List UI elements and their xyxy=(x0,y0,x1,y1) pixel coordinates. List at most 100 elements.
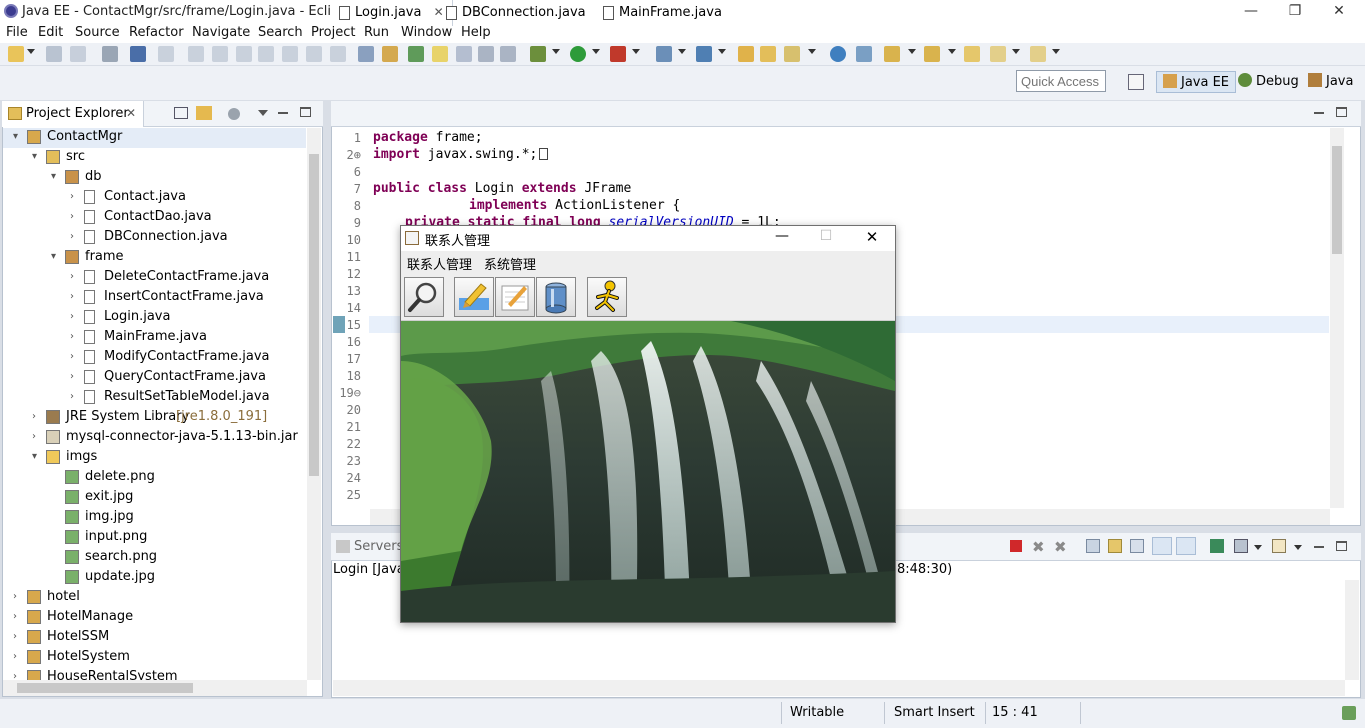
previous-annotation-icon[interactable] xyxy=(924,46,940,62)
chevron-down-icon[interactable] xyxy=(1012,49,1020,54)
delete-contact-button[interactable] xyxy=(536,277,576,317)
run-icon[interactable] xyxy=(570,46,586,62)
console-horizontal-scrollbar[interactable] xyxy=(333,680,1345,696)
collapsed-arrow-icon[interactable]: › xyxy=(70,351,80,362)
minimize-view-icon[interactable] xyxy=(278,112,288,114)
tab-login-java[interactable]: Login.java ✕ xyxy=(331,0,453,26)
toggle-mark-icon[interactable] xyxy=(358,46,374,62)
terminate-icon[interactable] xyxy=(1010,540,1022,552)
highlight-icon[interactable] xyxy=(432,46,448,62)
collapsed-arrow-icon[interactable]: › xyxy=(70,191,80,202)
explorer-horizontal-scrollbar[interactable] xyxy=(3,680,307,696)
run-last-tool-icon[interactable] xyxy=(610,46,626,62)
collapsed-arrow-icon[interactable]: › xyxy=(70,331,80,342)
tree-item[interactable]: › Contact.java xyxy=(3,188,306,208)
maximize-view-icon[interactable] xyxy=(300,107,311,117)
tree-item[interactable]: › JRE System Library [jre1.8.0_191] xyxy=(3,408,306,428)
search-contact-button[interactable] xyxy=(404,277,444,317)
clear-console-icon[interactable] xyxy=(1086,539,1100,553)
collapsed-arrow-icon[interactable]: › xyxy=(13,591,23,602)
expanded-arrow-icon[interactable]: ▾ xyxy=(51,251,61,262)
step-return-icon[interactable] xyxy=(330,46,346,62)
globe-icon[interactable] xyxy=(830,46,846,62)
dialog-menu-system[interactable]: 系统管理 xyxy=(484,254,536,273)
tree-item[interactable]: › Login.java xyxy=(3,308,306,328)
menu-edit[interactable]: Edit xyxy=(38,25,63,40)
tree-item[interactable]: › HotelSystem xyxy=(3,648,306,668)
collapse-all-icon[interactable] xyxy=(174,107,188,119)
expanded-arrow-icon[interactable]: ▾ xyxy=(32,451,42,462)
collapsed-arrow-icon[interactable]: › xyxy=(70,231,80,242)
quick-access-input[interactable] xyxy=(1016,70,1106,92)
last-edit-icon[interactable] xyxy=(964,46,980,62)
open-folder-icon[interactable] xyxy=(738,46,754,62)
menu-file[interactable]: File xyxy=(6,25,28,40)
toggle-whitespace-icon[interactable] xyxy=(408,46,424,62)
step-into-icon[interactable] xyxy=(282,46,298,62)
collapsed-arrow-icon[interactable]: › xyxy=(32,431,42,442)
chevron-down-icon[interactable] xyxy=(948,49,956,54)
restore-button[interactable]: ❐ xyxy=(1272,0,1318,23)
minimize-button[interactable]: — xyxy=(1228,0,1274,23)
chevron-down-icon[interactable] xyxy=(1052,49,1060,54)
resume-icon[interactable] xyxy=(188,46,204,62)
perspective-java-ee[interactable]: Java EE xyxy=(1156,71,1237,93)
code-line-1[interactable]: package frame; xyxy=(373,130,483,145)
show-stdout-icon[interactable] xyxy=(1152,537,1172,555)
chevron-down-icon[interactable] xyxy=(1294,545,1302,550)
perspective-java[interactable]: Java xyxy=(1302,71,1359,93)
debug-icon[interactable] xyxy=(530,46,546,62)
dialog-menu-contacts[interactable]: 联系人管理 xyxy=(407,254,472,273)
dialog-close-button[interactable]: ✕ xyxy=(857,228,887,246)
remove-all-icon[interactable]: ✖ xyxy=(1054,538,1067,556)
new-icon[interactable] xyxy=(8,46,24,62)
chevron-down-icon[interactable] xyxy=(1254,545,1262,550)
tree-item[interactable]: › InsertContactFrame.java xyxy=(3,288,306,308)
chevron-down-icon[interactable] xyxy=(632,49,640,54)
tree-item[interactable]: ▾ ContactMgr xyxy=(3,128,306,148)
dialog-minimize-button[interactable]: — xyxy=(767,228,797,244)
menu-refactor[interactable]: Refactor xyxy=(129,25,184,40)
show-stderr-icon[interactable] xyxy=(1176,537,1196,555)
collapsed-arrow-icon[interactable]: › xyxy=(13,631,23,642)
collapsed-arrow-icon[interactable]: › xyxy=(70,391,80,402)
menu-window[interactable]: Window xyxy=(401,25,452,40)
tree-item[interactable]: delete.png xyxy=(3,468,306,488)
save-icon[interactable] xyxy=(46,46,62,62)
editor-vertical-scrollbar[interactable] xyxy=(1330,128,1344,508)
menu-search[interactable]: Search xyxy=(258,25,303,40)
close-button[interactable]: ✕ xyxy=(1316,0,1362,23)
tree-item[interactable]: › HotelManage xyxy=(3,608,306,628)
chevron-down-icon[interactable] xyxy=(718,49,726,54)
tree-item[interactable]: ▾ db xyxy=(3,168,306,188)
tree-item[interactable]: exit.jpg xyxy=(3,488,306,508)
expanded-arrow-icon[interactable]: ▾ xyxy=(13,131,23,142)
update-contact-button[interactable] xyxy=(495,277,535,317)
scrollbar-thumb[interactable] xyxy=(17,683,193,693)
collapsed-arrow-icon[interactable]: › xyxy=(70,271,80,282)
tree-item[interactable]: › hotel xyxy=(3,588,306,608)
remove-launch-icon[interactable]: ✖ xyxy=(1032,538,1045,556)
link-with-editor-icon[interactable] xyxy=(196,106,212,120)
code-line-7[interactable]: public class Login extends JFrame xyxy=(373,181,631,196)
minimize-view-icon[interactable] xyxy=(1314,546,1324,548)
tree-item[interactable]: › DBConnection.java xyxy=(3,228,306,248)
chevron-down-icon[interactable] xyxy=(592,49,600,54)
code-line-8[interactable]: implements ActionListener { xyxy=(469,198,680,213)
tab-servers[interactable]: Servers xyxy=(354,539,403,554)
chevron-down-icon[interactable] xyxy=(908,49,916,54)
tree-item[interactable]: › ContactDao.java xyxy=(3,208,306,228)
pin-console-icon[interactable] xyxy=(1210,539,1224,553)
tab-project-explorer[interactable]: Project Explorer ✕ xyxy=(2,101,144,127)
menu-navigate[interactable]: Navigate xyxy=(192,25,250,40)
tree-item[interactable]: › DeleteContactFrame.java xyxy=(3,268,306,288)
toggle-block-icon[interactable] xyxy=(382,46,398,62)
open-task-icon[interactable] xyxy=(760,46,776,62)
chevron-down-icon[interactable] xyxy=(678,49,686,54)
terminate-icon[interactable] xyxy=(236,46,252,62)
suspend-icon[interactable] xyxy=(212,46,228,62)
tree-item[interactable]: update.jpg xyxy=(3,568,306,588)
collapsed-arrow-icon[interactable]: › xyxy=(13,611,23,622)
maximize-view-icon[interactable] xyxy=(1336,107,1347,117)
perspective-debug[interactable]: Debug xyxy=(1232,71,1305,93)
